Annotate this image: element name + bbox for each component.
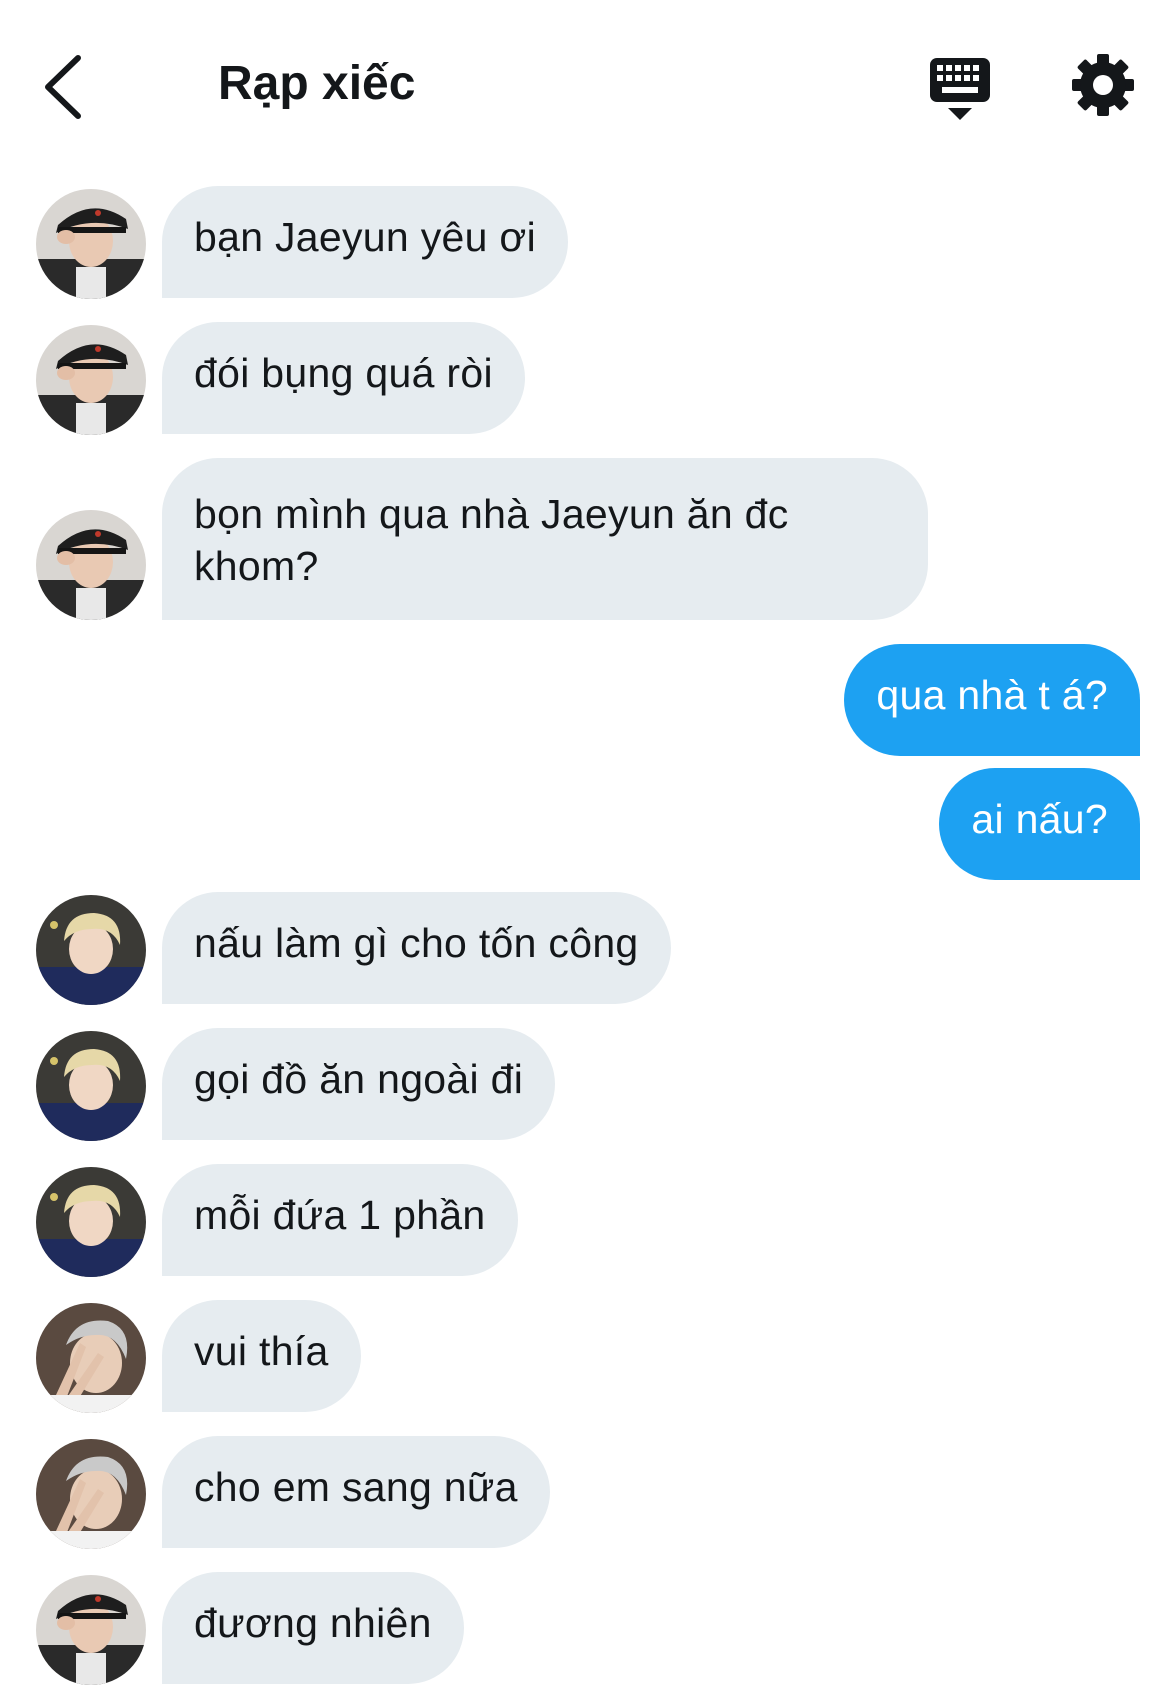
message-row: nấu làm gì cho tốn công — [0, 892, 1170, 1005]
avatar[interactable] — [36, 1439, 146, 1549]
chat-header: Rạp xiếc — [0, 0, 1170, 150]
message-bubble-outgoing[interactable]: ai nấu? — [939, 768, 1140, 880]
chevron-left-icon — [45, 55, 81, 119]
message-row: gọi đồ ăn ngoài đi — [0, 1028, 1170, 1141]
message-row: đói bụng quá ròi — [0, 322, 1170, 435]
message-bubble[interactable]: bạn Jaeyun yêu ơi — [162, 186, 568, 298]
message-bubble[interactable]: nấu làm gì cho tốn công — [162, 892, 671, 1004]
message-row: đương nhiên — [0, 1572, 1170, 1685]
avatar[interactable] — [36, 1031, 146, 1141]
message-bubble[interactable]: đói bụng quá ròi — [162, 322, 525, 434]
gear-icon — [1072, 54, 1134, 116]
message-row: qua nhà t á? — [0, 644, 1170, 756]
message-bubble[interactable]: đương nhiên — [162, 1572, 464, 1684]
avatar[interactable] — [36, 510, 146, 620]
message-row: cho em sang nữa — [0, 1436, 1170, 1549]
message-row: ai nấu? — [0, 768, 1170, 880]
message-bubble[interactable]: cho em sang nữa — [162, 1436, 550, 1548]
settings-button[interactable] — [1070, 52, 1136, 118]
keyboard-icon — [930, 58, 990, 120]
message-row: vui thía — [0, 1300, 1170, 1413]
back-button[interactable] — [40, 52, 90, 122]
message-bubble[interactable]: gọi đồ ăn ngoài đi — [162, 1028, 556, 1140]
message-row: bạn Jaeyun yêu ơi — [0, 186, 1170, 299]
avatar[interactable] — [36, 895, 146, 1005]
message-bubble[interactable]: vui thía — [162, 1300, 361, 1412]
keyboard-button[interactable] — [928, 56, 992, 122]
avatar[interactable] — [36, 189, 146, 299]
message-bubble[interactable]: bọn mình qua nhà Jaeyun ăn đc khom? — [162, 458, 928, 620]
message-bubble[interactable]: mỗi đứa 1 phần — [162, 1164, 518, 1276]
message-row: bọn mình qua nhà Jaeyun ăn đc khom? — [0, 458, 1170, 620]
avatar[interactable] — [36, 1303, 146, 1413]
avatar[interactable] — [36, 325, 146, 435]
avatar[interactable] — [36, 1167, 146, 1277]
conversation-title: Rạp xiếc — [218, 57, 416, 110]
message-row: mỗi đứa 1 phần — [0, 1164, 1170, 1277]
avatar[interactable] — [36, 1575, 146, 1685]
message-bubble-outgoing[interactable]: qua nhà t á? — [844, 644, 1140, 756]
